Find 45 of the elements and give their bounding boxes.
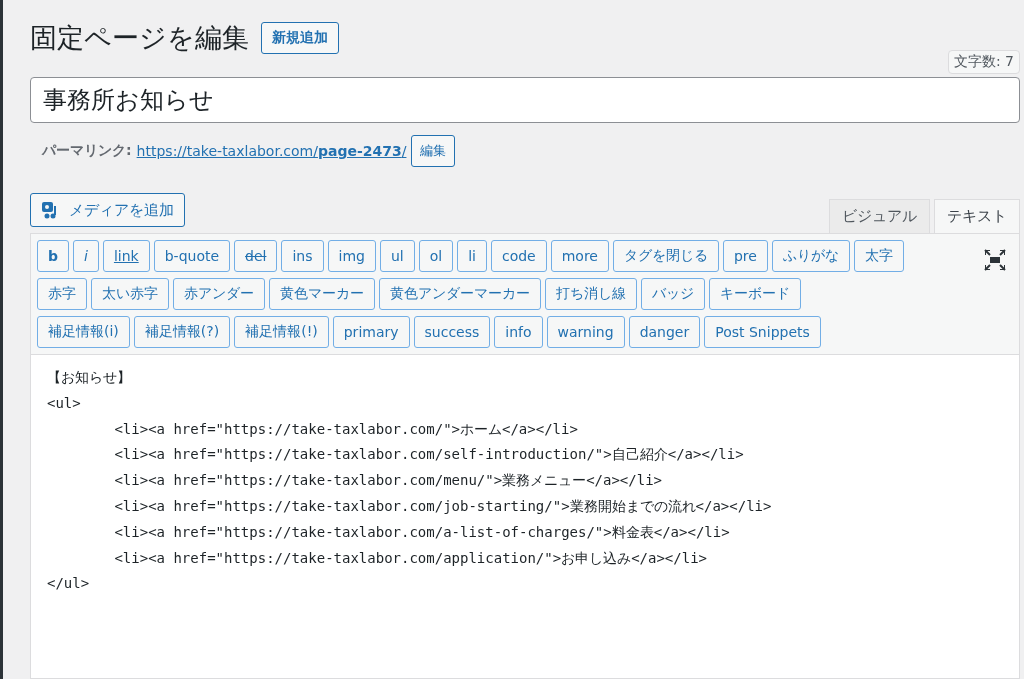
quicktag-button[interactable]: 赤字 [37,278,87,310]
quicktag-button[interactable]: 太い赤字 [91,278,169,310]
quicktag-button[interactable]: 補足情報(?) [133,316,231,348]
title-field[interactable]: 事務所お知らせ [30,77,1020,123]
quicktag-button[interactable]: バッジ [641,278,705,310]
quicktag-button[interactable]: タグを閉じる [613,240,719,272]
quicktag-button[interactable]: pre [723,240,768,272]
quicktag-button[interactable]: info [494,316,543,348]
quicktag-button[interactable]: li [457,240,487,272]
quicktag-button[interactable]: warning [546,316,625,348]
quicktag-button[interactable]: 黄色アンダーマーカー [379,278,541,310]
quicktag-button[interactable]: 太字 [853,240,904,272]
quicktag-button[interactable]: del [234,240,278,272]
quicktag-button[interactable]: 黄色マーカー [269,278,375,310]
quicktag-button[interactable]: success [413,316,491,348]
quicktag-button[interactable]: more [550,240,609,272]
page-heading: 固定ページを編集 [30,21,249,55]
editor-tab[interactable]: テキスト [934,199,1020,233]
code-editor[interactable]: 【お知らせ】 <ul> <li><a href="https://take-taxlabor.com/">ホーム</a></li> <li><a href="https://take-taxlabor.com/self-introduction/">自己紹介</a></li> <li><a href="https://take-taxlabor.com/menu/">業務メニュー</a></li> <li><a href="https://take-taxlabor.com/job-starting/">業務開始までの流れ</a></li> <li><a href="https://take-taxlabor.com/a-list-of-charges/">料金表</a></li> <li><a href="https://take-taxlabor.com/application/">お申し込み</a></li> </ul> [30,355,1020,679]
quicktag-button[interactable]: キーボード [709,278,801,310]
quicktag-button[interactable]: i [73,240,99,272]
quicktag-button[interactable]: 補足情報(i) [37,316,130,348]
editor-tab[interactable]: ビジュアル [829,199,930,233]
quicktag-button[interactable]: code [490,240,547,272]
quicktag-button[interactable]: b [37,240,70,272]
quicktag-button[interactable]: ul [379,240,415,272]
quicktag-button[interactable]: ins [281,240,324,272]
quicktag-button[interactable]: b-quote [153,240,231,272]
quicktag-button[interactable]: Post Snippets [704,316,821,348]
word-count: 文字数: 7 [947,50,1020,74]
permalink-link[interactable]: https://take-taxlabor.com/page-2473/ [136,143,407,159]
edit-permalink-button[interactable]: 編集 [411,135,456,167]
quicktag-button[interactable]: img [327,240,376,272]
quicktag-button[interactable]: primary [332,316,410,348]
add-new-button[interactable]: 新規追加 [261,22,339,54]
quicktag-button[interactable]: 赤アンダー [173,278,265,310]
permalink-label: パーマリンク: [42,142,132,160]
quicktag-button[interactable]: ol [418,240,454,272]
quicktag-button[interactable]: danger [628,316,701,348]
fullscreen-icon[interactable] [983,248,1007,272]
quicktag-button[interactable]: 補足情報(!) [234,316,329,348]
add-media-button[interactable]: メディアを追加 [30,193,185,227]
quicktag-button[interactable]: 打ち消し線 [545,278,637,310]
quicktag-button[interactable]: link [102,240,150,272]
quicktag-button[interactable]: ふりがな [771,240,850,272]
